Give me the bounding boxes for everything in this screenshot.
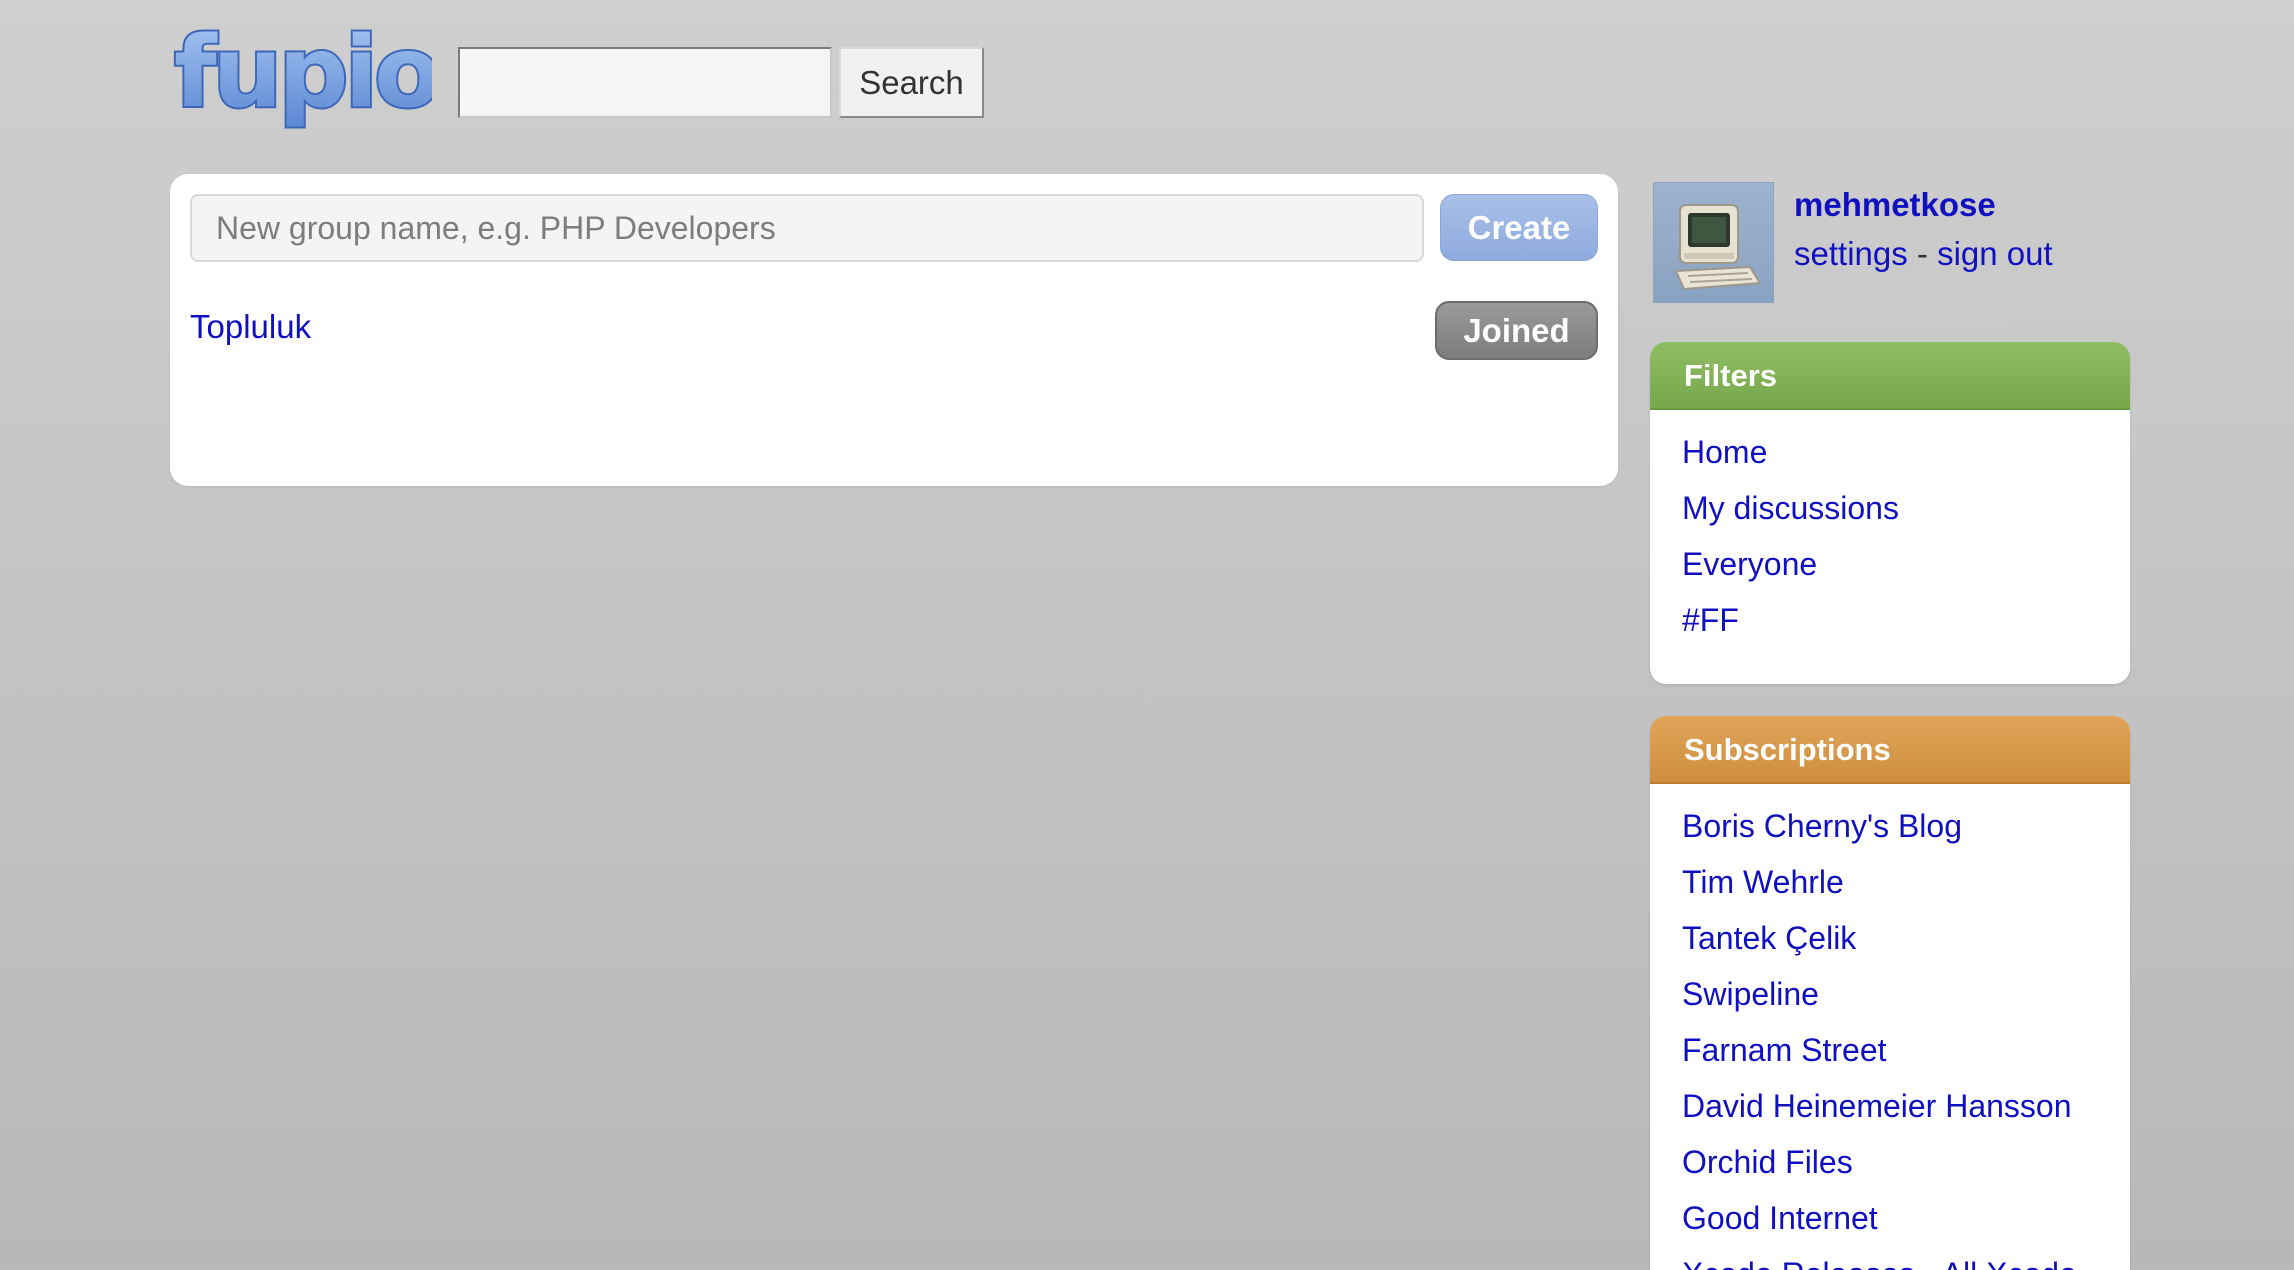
filter-everyone[interactable]: Everyone — [1682, 546, 1817, 582]
subscription-item[interactable]: Orchid Files — [1682, 1144, 1853, 1180]
fupio-logo[interactable]: fupio — [170, 14, 444, 138]
new-group-name-input[interactable] — [190, 194, 1424, 262]
filter-my-discussions[interactable]: My discussions — [1682, 490, 1899, 526]
subscription-item[interactable]: Good Internet — [1682, 1200, 1878, 1236]
groups-card: Create Topluluk Joined — [170, 174, 1618, 486]
sign-out-link[interactable]: sign out — [1937, 235, 2053, 272]
group-link-topluluk[interactable]: Topluluk — [190, 308, 311, 346]
username-link[interactable]: mehmetkose — [1794, 186, 1996, 224]
subscriptions-header: Subscriptions — [1650, 716, 2130, 784]
avatar[interactable] — [1653, 182, 1774, 303]
subscriptions-panel: Subscriptions Boris Cherny's Blog Tim We… — [1650, 716, 2130, 1270]
filters-header: Filters — [1650, 342, 2130, 410]
subscriptions-list: Boris Cherny's Blog Tim Wehrle Tantek Çe… — [1650, 784, 2130, 1270]
svg-text:fupio: fupio — [174, 18, 432, 130]
user-links: settings - sign out — [1794, 235, 2053, 273]
subscription-item[interactable]: Tim Wehrle — [1682, 864, 1844, 900]
create-group-button[interactable]: Create — [1440, 194, 1598, 261]
subscription-item[interactable]: Tantek Çelik — [1682, 920, 1856, 956]
search-input[interactable] — [458, 47, 832, 118]
filters-list: Home My discussions Everyone #FF — [1650, 410, 2130, 648]
filter-home[interactable]: Home — [1682, 434, 1767, 470]
subscription-item[interactable]: Swipeline — [1682, 976, 1819, 1012]
settings-link[interactable]: settings — [1794, 235, 1908, 272]
filters-panel: Filters Home My discussions Everyone #FF — [1650, 342, 2130, 684]
subscription-item[interactable]: David Heinemeier Hansson — [1682, 1088, 2072, 1124]
search-button[interactable]: Search — [839, 47, 984, 118]
computer-avatar-icon — [1674, 204, 1762, 291]
subscription-item[interactable]: Boris Cherny's Blog — [1682, 808, 1962, 844]
user-links-separator: - — [1916, 235, 1928, 272]
subscription-item[interactable]: Farnam Street — [1682, 1032, 1887, 1068]
filter-ff[interactable]: #FF — [1682, 602, 1739, 638]
subscription-item[interactable]: Xcode Releases - All Xcode — [1682, 1256, 2077, 1270]
joined-button[interactable]: Joined — [1435, 301, 1598, 360]
